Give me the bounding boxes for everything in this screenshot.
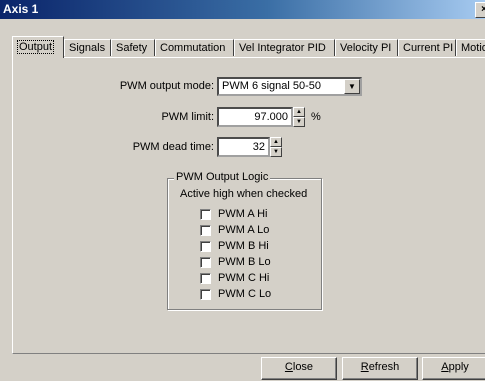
- apply-button[interactable]: Apply: [422, 357, 485, 380]
- tab-velocity-pi[interactable]: Velocity PI: [335, 39, 398, 56]
- checkbox-label: PWM C Lo: [218, 288, 272, 300]
- pwm-mode-select[interactable]: PWM 6 signal 50-50 ▼: [217, 77, 362, 96]
- checkbox-label: PWM A Lo: [218, 224, 270, 236]
- tab-vel-integrator-pid[interactable]: Vel Integrator PID: [234, 39, 335, 56]
- refresh-accel: R: [360, 361, 369, 373]
- tab-signals[interactable]: Signals: [64, 39, 111, 56]
- refresh-button[interactable]: Refresh: [342, 357, 418, 380]
- tab-strip: Output Signals Safety Commutation Vel In…: [12, 36, 485, 58]
- checkbox-label: PWM A Hi: [218, 208, 268, 220]
- chevron-down-icon[interactable]: ▼: [344, 79, 360, 94]
- arrow-up-icon[interactable]: ▲: [293, 107, 305, 117]
- refresh-label: efresh: [368, 361, 400, 373]
- arrow-down-icon[interactable]: ▼: [293, 117, 305, 127]
- close-label: lose: [292, 361, 314, 373]
- checkbox-box[interactable]: [200, 225, 211, 236]
- close-button[interactable]: Close: [261, 357, 337, 380]
- tab-output[interactable]: Output: [12, 36, 64, 58]
- apply-accel: A: [441, 361, 449, 373]
- pwm-limit-unit: %: [311, 111, 321, 123]
- group-caption: Active high when checked: [180, 188, 308, 200]
- pwm-mode-label: PWM output mode:: [119, 80, 214, 92]
- checkbox-label: PWM C Hi: [218, 272, 270, 284]
- pwm-limit-label: PWM limit:: [161, 111, 214, 123]
- tab-current-pi[interactable]: Current PI: [398, 39, 456, 56]
- tab-motion[interactable]: Motion: [456, 39, 485, 56]
- pwm-limit-input[interactable]: 97.000: [217, 107, 293, 127]
- tab-commutation[interactable]: Commutation: [155, 39, 234, 56]
- dead-time-spinner[interactable]: ▲ ▼: [270, 137, 282, 157]
- checkbox-box[interactable]: [200, 257, 211, 268]
- window-close-icon[interactable]: ×: [475, 2, 485, 18]
- pwm-limit-spinner[interactable]: ▲ ▼: [293, 107, 305, 127]
- dead-time-label: PWM dead time:: [132, 141, 214, 153]
- pwm-output-logic-group: PWM Output Logic Active high when checke…: [167, 171, 322, 310]
- checkbox-box[interactable]: [200, 209, 211, 220]
- title-bar[interactable]: Axis 1 ×: [0, 0, 485, 19]
- apply-label: pply: [448, 361, 469, 373]
- pwm-mode-value: PWM 6 signal 50-50: [222, 80, 322, 92]
- checkbox-box[interactable]: [200, 289, 211, 300]
- checkbox-label: PWM B Hi: [218, 240, 269, 252]
- close-accel: C: [284, 361, 293, 373]
- arrow-down-icon[interactable]: ▼: [270, 147, 282, 157]
- checkbox-label: PWM B Lo: [218, 256, 271, 268]
- dead-time-input[interactable]: 32: [217, 137, 270, 157]
- checkbox-box[interactable]: [200, 241, 211, 252]
- checkbox-box[interactable]: [200, 273, 211, 284]
- arrow-up-icon[interactable]: ▲: [270, 137, 282, 147]
- window-title: Axis 1: [3, 2, 39, 16]
- group-legend: PWM Output Logic: [174, 171, 271, 183]
- tab-safety[interactable]: Safety: [111, 39, 155, 56]
